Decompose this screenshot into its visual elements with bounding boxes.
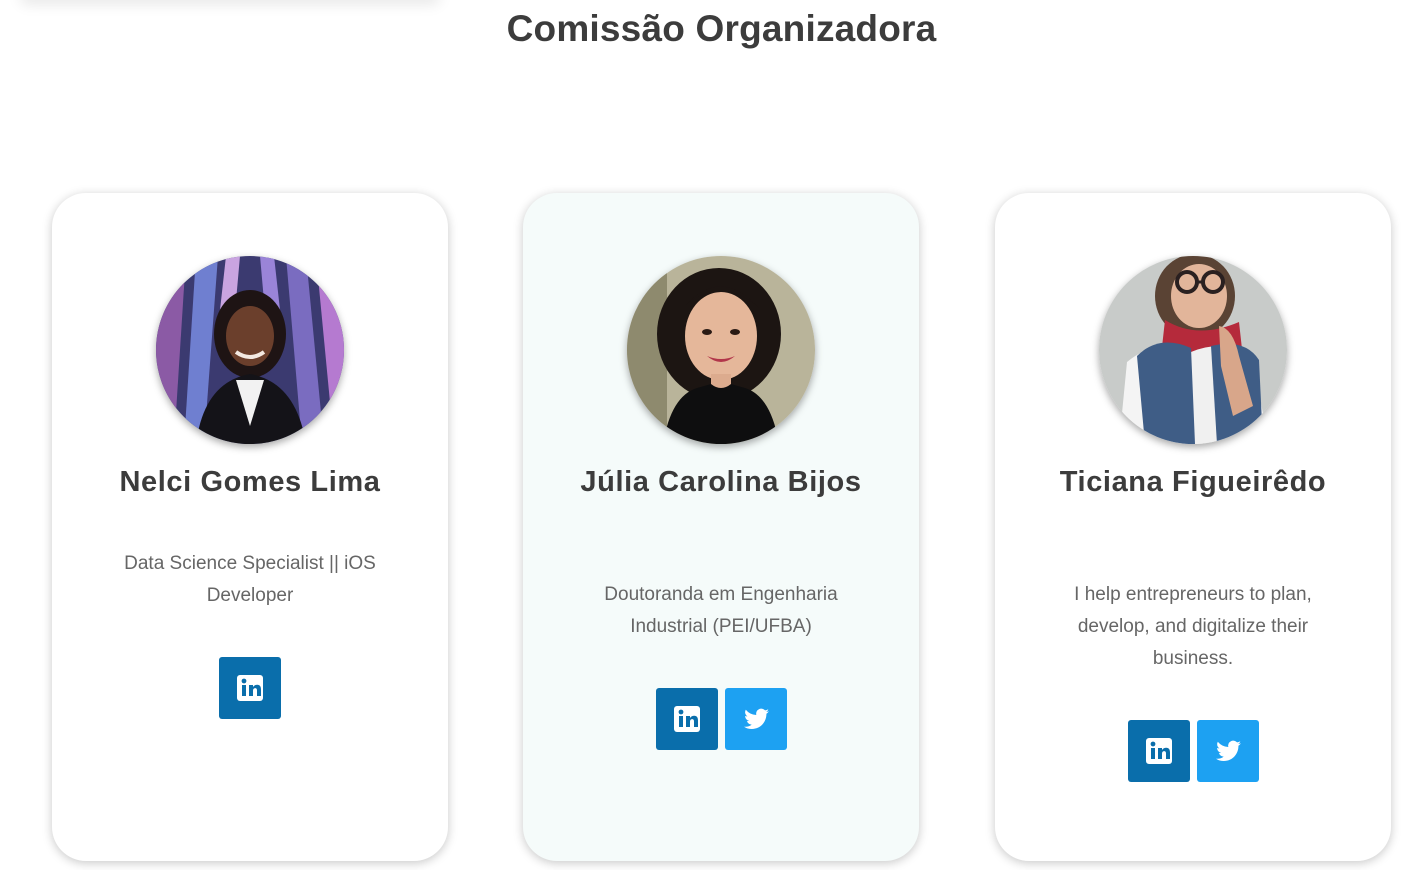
section-title: Comissão Organizadora [506, 8, 937, 49]
linkedin-icon [1145, 738, 1172, 764]
linkedin-button[interactable] [1127, 720, 1190, 782]
member-bio: Data Science Specialist || iOS Developer [124, 553, 376, 606]
linkedin-button[interactable] [219, 657, 281, 719]
twitter-icon [1215, 740, 1241, 761]
avatar-photo [156, 256, 344, 444]
social-links [52, 657, 448, 719]
social-links [995, 720, 1391, 782]
linkedin-icon [237, 675, 263, 701]
member-card: Nelci Gomes Lima Data Science Specialist… [52, 193, 448, 861]
avatar [156, 256, 344, 444]
social-links [523, 688, 919, 750]
avatar [1099, 256, 1287, 444]
avatar [627, 256, 815, 444]
avatar-photo [627, 256, 815, 444]
avatar-photo [1099, 256, 1287, 444]
linkedin-button[interactable] [655, 688, 718, 750]
member-name: Nelci Gomes Lima [119, 466, 381, 498]
member-name: Ticiana Figueirêdo [1059, 466, 1327, 498]
twitter-icon [743, 708, 769, 729]
member-card: Ticiana Figueirêdo I help entrepreneurs … [995, 193, 1391, 861]
member-bio: Doutoranda em Engenharia Industrial (PEI… [604, 584, 838, 637]
twitter-button[interactable] [1196, 720, 1259, 782]
member-bio: I help entrepreneurs to plan, develop, a… [1074, 584, 1312, 669]
member-card: Júlia Carolina Bijos Doutoranda em Engen… [523, 193, 919, 861]
linkedin-icon [673, 706, 700, 732]
member-name: Júlia Carolina Bijos [580, 466, 862, 498]
twitter-button[interactable] [724, 688, 787, 750]
page: Comissão Organizadora Nelci Gomes Lima D… [0, 0, 1417, 870]
